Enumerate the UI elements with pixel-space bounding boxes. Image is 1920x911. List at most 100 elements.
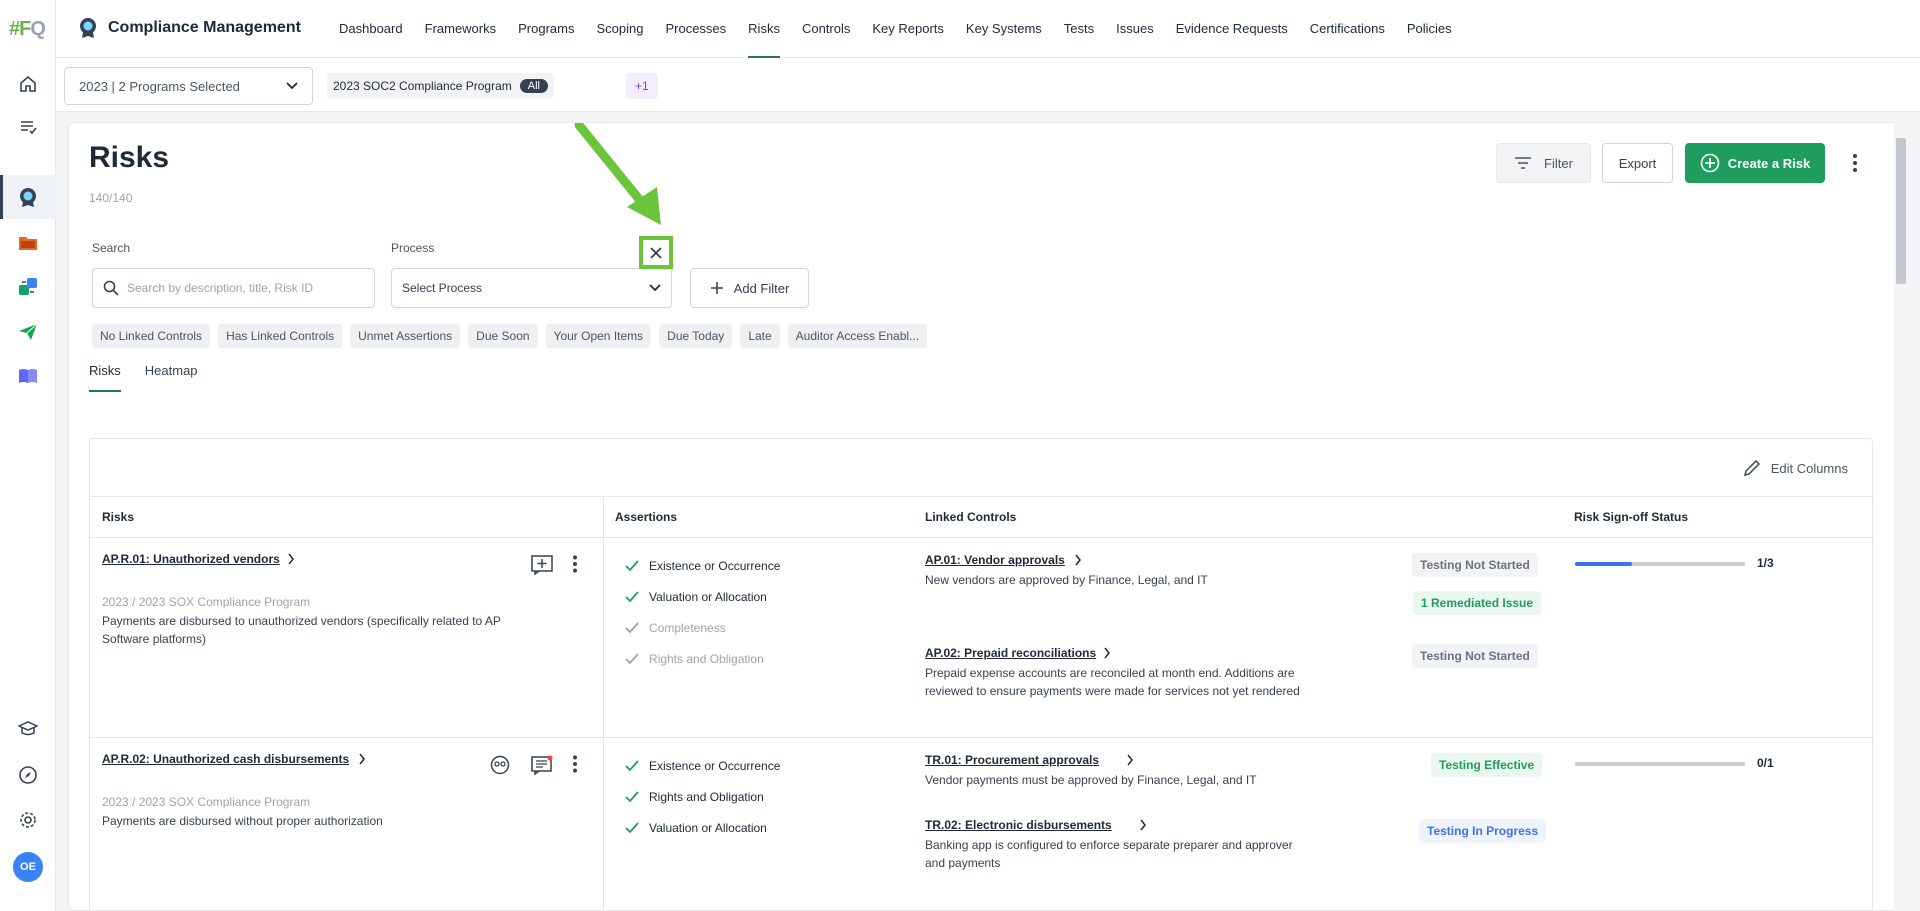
nav-item-certifications[interactable]: Certifications [1299, 0, 1396, 58]
risks-table: Edit Columns Risks Assertions Linked Con… [89, 438, 1874, 910]
process-label: Process [391, 241, 435, 255]
header-signoff-status[interactable]: Risk Sign-off Status [1574, 510, 1688, 524]
nav-item-processes[interactable]: Processes [654, 0, 737, 58]
row-more-icon[interactable] [572, 555, 578, 573]
edit-columns-button[interactable]: Edit Columns [1743, 459, 1848, 477]
nav-item-key-reports[interactable]: Key Reports [861, 0, 955, 58]
control-link[interactable]: AP.01: Vendor approvals [925, 553, 1065, 567]
quick-filter-chip[interactable]: Due Today [659, 324, 733, 348]
integrations-icon[interactable] [14, 273, 42, 301]
assertion-item: Rights and Obligation [625, 652, 764, 666]
folder-icon[interactable] [14, 229, 42, 257]
header-linked-controls[interactable]: Linked Controls [925, 510, 1016, 524]
header-assertions[interactable]: Assertions [615, 510, 677, 524]
send-icon[interactable] [14, 318, 42, 346]
nav-item-key-systems[interactable]: Key Systems [955, 0, 1053, 58]
gear-icon[interactable] [14, 806, 42, 834]
quick-filters: No Linked Controls Has Linked Controls Unm… [92, 324, 928, 348]
clear-filter-button[interactable] [639, 236, 673, 269]
check-icon [625, 760, 639, 772]
tab-risks[interactable]: Risks [89, 363, 121, 392]
quick-filter-chip[interactable]: Due Soon [468, 324, 538, 348]
control-description: Banking app is configured to enforce sep… [925, 838, 1293, 852]
control-link[interactable]: TR.02: Electronic disbursements [925, 818, 1112, 832]
quick-filter-chip[interactable]: Late [740, 324, 780, 348]
nav-item-policies[interactable]: Policies [1396, 0, 1463, 58]
chevron-right-icon[interactable] [1103, 647, 1111, 659]
quick-filter-chip[interactable]: Has Linked Controls [218, 324, 343, 348]
signoff-progress-bar [1575, 762, 1745, 766]
add-filter-button[interactable]: Add Filter [690, 268, 809, 308]
control-link[interactable]: TR.01: Procurement approvals [925, 753, 1099, 767]
quick-filter-chip[interactable]: Unmet Assertions [350, 324, 461, 348]
control-status-badge: Testing In Progress [1419, 819, 1547, 843]
risk-program: 2023 / 2023 SOX Compliance Program [102, 595, 311, 609]
nav-item-dashboard[interactable]: Dashboard [328, 0, 414, 58]
process-select[interactable]: Select Process [391, 268, 672, 308]
control-status-badge: Testing Effective [1431, 753, 1543, 777]
scrollbar-thumb[interactable] [1896, 138, 1906, 284]
filter-button[interactable]: Filter [1496, 143, 1591, 183]
nav-item-issues[interactable]: Issues [1105, 0, 1165, 58]
filter-icon [1515, 157, 1532, 169]
search-input[interactable] [127, 281, 357, 295]
chevron-right-icon[interactable] [1126, 754, 1134, 766]
export-button[interactable]: Export [1602, 143, 1673, 183]
row-more-icon[interactable] [572, 755, 578, 773]
assertion-label: Rights and Obligation [649, 790, 764, 804]
nav-item-programs[interactable]: Programs [507, 0, 585, 58]
comment-icon[interactable] [531, 755, 553, 775]
learning-cap-icon[interactable] [14, 715, 42, 743]
user-avatar[interactable]: OE [13, 852, 43, 882]
check-icon [625, 560, 639, 572]
home-icon[interactable] [14, 70, 42, 98]
nav-item-controls[interactable]: Controls [791, 0, 861, 58]
tab-heatmap[interactable]: Heatmap [145, 363, 198, 392]
chevron-right-icon[interactable] [1139, 819, 1147, 831]
quick-filter-chip[interactable]: Your Open Items [545, 324, 652, 348]
brand[interactable]: Compliance Management [78, 17, 301, 39]
program-selector[interactable]: 2023 | 2 Programs Selected [64, 67, 313, 105]
nav-item-frameworks[interactable]: Frameworks [414, 0, 508, 58]
risk-title-link[interactable]: AP.R.01: Unauthorized vendors [102, 552, 280, 566]
more-programs-chip[interactable]: +1 [626, 73, 658, 99]
quick-filter-chip[interactable]: No Linked Controls [92, 324, 211, 348]
compliance-badge-icon[interactable] [14, 183, 42, 211]
search-field[interactable] [92, 268, 375, 308]
program-chip[interactable]: 2023 SOC2 Compliance Program All [327, 73, 554, 99]
nav-item-risks[interactable]: Risks [737, 0, 791, 58]
quick-filter-chip[interactable]: Auditor Access Enabl... [787, 324, 928, 348]
nav-items: Dashboard Frameworks Programs Scoping Proces… [328, 0, 1463, 58]
header-risks[interactable]: Risks [102, 510, 134, 524]
nav-item-tests[interactable]: Tests [1053, 0, 1105, 58]
signoff-progress-fill [1575, 562, 1632, 566]
risk-description: Payments are disbursed without proper au… [102, 814, 383, 828]
risk-title-link[interactable]: AP.R.02: Unauthorized cash disbursements [102, 752, 349, 766]
check-icon [625, 591, 639, 603]
chevron-right-icon[interactable] [1074, 554, 1082, 566]
search-label: Search [92, 241, 131, 255]
tasks-icon[interactable] [14, 113, 42, 141]
signoff-count: 1/3 [1757, 556, 1774, 570]
remediated-issue-badge[interactable]: 1 Remediated Issue [1413, 591, 1542, 615]
control-link[interactable]: AP.02: Prepaid reconciliations [925, 646, 1096, 660]
assertion-label: Valuation or Allocation [649, 590, 767, 604]
app-logo[interactable]: #FQ [9, 18, 46, 41]
nav-item-scoping[interactable]: Scoping [585, 0, 654, 58]
assertion-label: Existence or Occurrence [649, 759, 781, 773]
compass-icon[interactable] [14, 761, 42, 789]
book-icon[interactable] [14, 362, 42, 390]
chevron-right-icon[interactable] [287, 553, 295, 565]
add-comment-icon[interactable] [531, 555, 553, 575]
owners-icon[interactable] [490, 755, 510, 775]
annotation-arrow [574, 123, 661, 225]
create-risk-button[interactable]: Create a Risk [1685, 143, 1825, 183]
nav-item-evidence-requests[interactable]: Evidence Requests [1165, 0, 1299, 58]
risk-count: 140/140 [89, 191, 133, 205]
search-icon [103, 280, 119, 296]
chevron-down-icon [286, 82, 298, 90]
pencil-icon [1743, 459, 1760, 477]
chevron-right-icon[interactable] [358, 753, 366, 765]
more-options-icon[interactable] [1851, 153, 1859, 173]
close-icon [650, 246, 662, 259]
